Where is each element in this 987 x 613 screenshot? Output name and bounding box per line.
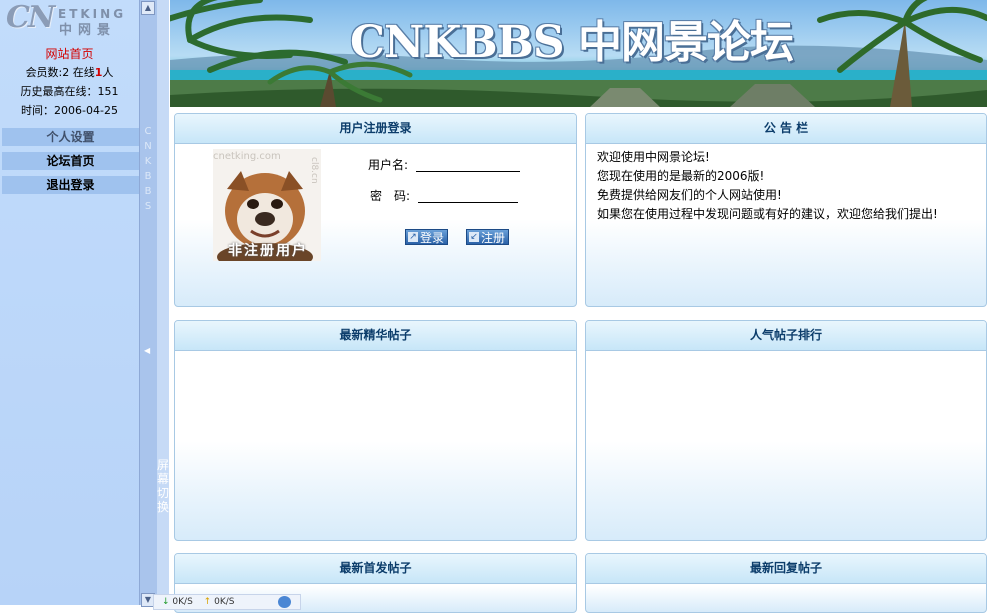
register-button-label: 注册 — [481, 231, 506, 245]
username-input[interactable] — [416, 156, 520, 172]
best-posts-title: 最新精华帖子 — [175, 321, 576, 351]
menu-logout[interactable]: 退出登录 — [2, 176, 139, 194]
best-posts-panel: 最新精华帖子 — [174, 320, 577, 541]
notice-panel: 公 告 栏 欢迎使用中网景论坛! 您现在使用的是最新的2006版! 免费提供给网… — [585, 113, 987, 307]
newest-posts-title: 最新首发帖子 — [175, 554, 576, 584]
site-home-link[interactable]: 网站首页 — [0, 47, 139, 61]
login-button-label: 登录 — [420, 231, 445, 245]
login-button[interactable]: ↗ 登录 — [405, 229, 448, 245]
download-speed: 0K/S — [172, 597, 193, 607]
upload-speed: 0K/S — [214, 597, 235, 607]
logo-zw: 中网景 — [59, 23, 117, 38]
member-stats: 会员数:2 在线1人 — [0, 66, 139, 80]
screen-switch-toggle[interactable]: 屏幕切换 — [156, 458, 170, 514]
banner-title: CNKBBS 中网景论坛 — [350, 17, 794, 68]
collapse-arrow-icon[interactable]: ◀ — [144, 346, 150, 355]
member-count: 会员数:2 在线 — [25, 66, 95, 79]
speed-tray: ↓ 0K/S ↑ 0K/S — [153, 594, 301, 610]
scroll-up-icon[interactable]: ▲ — [141, 1, 155, 15]
hot-posts-title: 人气帖子排行 — [586, 321, 986, 351]
guest-avatar: cnetking.com cl8.cn 非注册用户 — [213, 149, 321, 261]
menu-forum-home[interactable]: 论坛首页 — [2, 152, 139, 170]
password-input[interactable] — [418, 187, 518, 203]
splitter-rail — [157, 0, 169, 605]
site-logo[interactable]: CN ETKING 中网景 — [2, 0, 137, 38]
notice-line: 如果您在使用过程中发现问题或有好的建议，欢迎您给我们提出! — [597, 207, 938, 221]
guest-caption: 非注册用户 — [228, 243, 308, 259]
upload-arrow-icon: ↑ — [203, 597, 212, 607]
register-button[interactable]: ↙ 注册 — [466, 229, 509, 245]
logo-cn: CN — [6, 0, 55, 35]
online-unit: 人 — [102, 66, 114, 79]
notice-body: 欢迎使用中网景论坛! 您现在使用的是最新的2006版! 免费提供给网友们的个人网… — [586, 144, 986, 224]
hot-posts-panel: 人气帖子排行 — [585, 320, 987, 541]
history-peak: 历史最高在线：151 — [20, 85, 119, 98]
browser-icon[interactable] — [278, 596, 291, 608]
notice-line: 欢迎使用中网景论坛! — [597, 150, 710, 164]
notice-panel-title: 公 告 栏 — [586, 114, 986, 144]
download-arrow-icon: ↓ — [162, 597, 170, 607]
latest-replies-panel: 最新回复帖子 — [585, 553, 987, 613]
login-panel: 用户注册登录 cnetking.com cl8.cn 非注册用户 用户名: 密 … — [174, 113, 577, 307]
login-panel-title: 用户注册登录 — [175, 114, 576, 144]
arrow-icon: ↗ — [408, 232, 418, 242]
current-date: 时间：2006-04-25 — [21, 104, 118, 117]
banner: CNKBBS 中网景论坛 — [170, 0, 987, 107]
vertical-brand: CNKBBS — [143, 124, 153, 214]
username-label: 用户名: — [368, 158, 409, 172]
arrow-icon: ↙ — [469, 232, 479, 242]
notice-line: 您现在使用的是最新的2006版! — [597, 169, 765, 183]
password-label: 密 码: — [370, 189, 411, 203]
sidebar: CN ETKING 中网景 网站首页 会员数:2 在线1人 历史最高在线：151… — [0, 0, 139, 605]
menu-personal-settings[interactable]: 个人设置 — [2, 128, 139, 146]
vertical-brand-text: CNKBBS — [144, 126, 152, 212]
frame-splitter[interactable]: ▲ CNKBBS ◀ ▼ — [139, 0, 157, 607]
notice-line: 免费提供给网友们的个人网站使用! — [597, 188, 782, 202]
latest-replies-title: 最新回复帖子 — [586, 554, 986, 584]
